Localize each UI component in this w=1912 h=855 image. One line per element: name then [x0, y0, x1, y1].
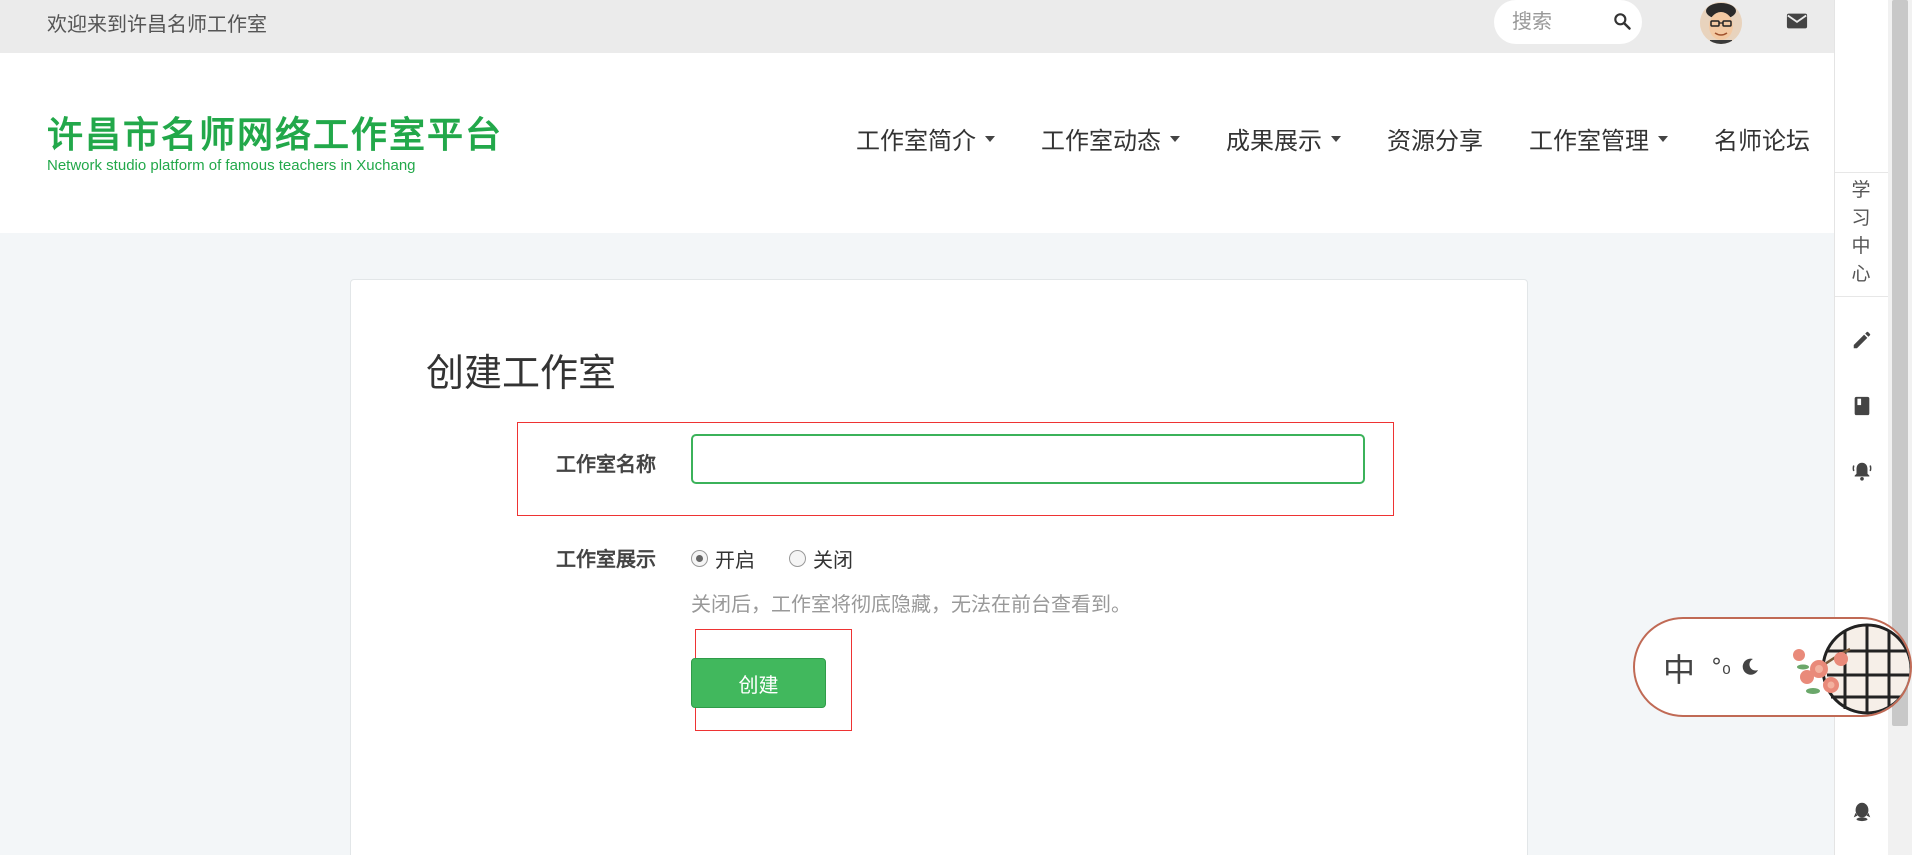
caret-down-icon [985, 135, 995, 142]
sidebar-divider [1835, 172, 1889, 173]
radio-close[interactable]: 关闭 [789, 544, 853, 573]
floating-tool-widget[interactable]: 中 °₀ [1633, 617, 1912, 717]
pencil-icon[interactable] [1851, 329, 1873, 351]
caret-down-icon [1658, 135, 1668, 142]
nav-item-label: 工作室管理 [1529, 127, 1649, 155]
site-logo[interactable]: 许昌市名师网络工作室平台 Network studio platform of … [47, 115, 503, 174]
bell-icon[interactable] [1851, 460, 1873, 482]
avatar[interactable] [1700, 2, 1742, 44]
page-scrollbar[interactable] [1888, 0, 1912, 855]
moon-icon[interactable] [1740, 657, 1760, 677]
site-header: 许昌市名师网络工作室平台 Network studio platform of … [0, 53, 1834, 233]
avatar-image [1700, 2, 1742, 44]
nav-item-resource-share[interactable]: 资源分享 [1387, 121, 1483, 156]
logo-title-cn: 许昌市名师网络工作室平台 [47, 115, 504, 156]
nav-item-label: 工作室动态 [1041, 127, 1161, 155]
radio-open-label: 开启 [715, 548, 755, 572]
qq-icon[interactable] [1851, 800, 1873, 822]
nav-item-label: 成果展示 [1226, 127, 1322, 155]
search-box[interactable] [1494, 0, 1642, 44]
caret-down-icon [1170, 135, 1180, 142]
studio-display-label: 工作室展示 [556, 547, 656, 571]
welcome-text: 欢迎来到许昌名师工作室 [47, 12, 267, 36]
book-icon[interactable] [1851, 395, 1873, 417]
radio-close-label: 关闭 [813, 548, 853, 572]
language-toggle[interactable]: 中 [1663, 645, 1695, 691]
page-title: 创建工作室 [426, 351, 617, 395]
caret-down-icon [1331, 135, 1341, 142]
nav-item-label: 资源分享 [1387, 127, 1483, 155]
top-bar: 欢迎来到许昌名师工作室 [0, 0, 1834, 53]
logo-title-en: Network studio platform of famous teache… [47, 157, 416, 174]
nav-item-achievements[interactable]: 成果展示 [1226, 121, 1341, 156]
flower-window-decoration-icon [1793, 623, 1910, 715]
radio-open-button[interactable] [691, 550, 708, 567]
studio-name-input[interactable] [691, 434, 1365, 484]
radio-open[interactable]: 开启 [691, 544, 755, 573]
nav-item-studio-manage[interactable]: 工作室管理 [1529, 121, 1668, 156]
study-center-link[interactable]: 学习中心 [1849, 176, 1873, 288]
nav-item-forum[interactable]: 名师论坛 [1714, 121, 1810, 156]
display-hint: 关闭后，工作室将彻底隐藏，无法在前台查看到。 [691, 592, 1131, 616]
nav-item-label: 工作室简介 [856, 127, 976, 155]
display-radio-group: 开启 关闭 [691, 544, 887, 573]
scrollbar-thumb[interactable] [1892, 0, 1908, 726]
nav-item-studio-news[interactable]: 工作室动态 [1041, 121, 1180, 156]
nav-item-studio-intro[interactable]: 工作室简介 [856, 121, 995, 156]
radio-close-button[interactable] [789, 550, 806, 567]
search-icon[interactable] [1612, 11, 1632, 31]
create-studio-panel: 创建工作室 工作室名称 工作室展示 开启 关闭 关闭后，工作室将彻底隐藏，无法在… [350, 279, 1528, 855]
main-nav: 工作室简介 工作室动态 成果展示 资源分享 工作室管理 名师论坛 [856, 121, 1810, 156]
search-input[interactable] [1512, 8, 1608, 34]
mail-icon[interactable] [1786, 11, 1808, 31]
studio-name-label: 工作室名称 [556, 452, 656, 476]
create-button[interactable]: 创建 [691, 658, 826, 708]
nav-item-label: 名师论坛 [1714, 127, 1810, 155]
right-sidebar: 学习中心 [1834, 0, 1889, 855]
percent-toggle[interactable]: °₀ [1711, 655, 1731, 680]
sidebar-divider [1835, 296, 1889, 297]
